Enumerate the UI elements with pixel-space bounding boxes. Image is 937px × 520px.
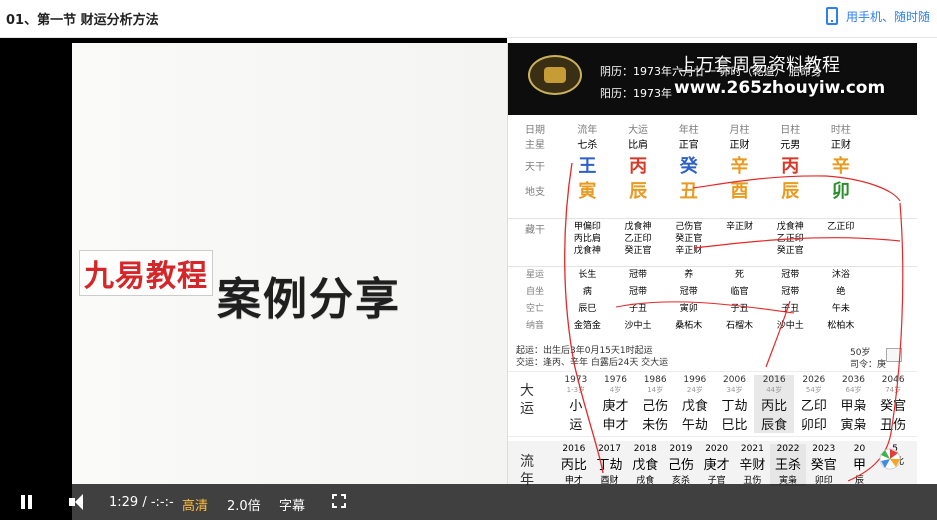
watermark-site: www.265zhouyiw.com: [674, 78, 886, 98]
speed-button[interactable]: 2.0倍: [227, 495, 261, 514]
chart-info: 起运：出生后3年0月15天1时起运 交运：逢丙、辛年 白露后24天 交大运: [516, 346, 669, 368]
chart-solar-date: 阳历：1973年: [600, 87, 672, 100]
player-controls: 1:29 / -:-:- 高清 2.0倍 字幕: [0, 484, 937, 520]
slide-area: 九易教程 案例分享: [72, 43, 507, 484]
video-player[interactable]: 九易教程 案例分享 阴历：1973年六月廿一 卯时（乾造） 胎命身 阳历：197…: [0, 38, 937, 520]
bazi-chart: 阴历：1973年六月廿一 卯时（乾造） 胎命身 阳历：1973年 上万套周易资料…: [507, 43, 917, 488]
watermark-banner: 上万套周易资料教程: [678, 55, 840, 76]
brand-label: 九易教程: [79, 250, 213, 296]
fullscreen-icon[interactable]: [332, 494, 346, 508]
top-bar: 01、第一节 财运分析方法 用手机、随时随: [0, 0, 937, 38]
chart-right-info: 50岁 司令：庚: [849, 348, 886, 370]
mobile-tip-text: 用手机、随时随: [846, 9, 931, 24]
toggle-icon[interactable]: [886, 348, 902, 362]
lesson-title: 01、第一节 财运分析方法: [6, 13, 159, 28]
volume-icon[interactable]: [69, 494, 87, 510]
quality-button[interactable]: 高清: [182, 495, 208, 514]
pause-icon[interactable]: [20, 495, 34, 509]
time-display: 1:29 / -:-:-: [109, 495, 174, 510]
chart-header: 阴历：1973年六月廿一 卯时（乾造） 胎命身 阳历：1973年 上万套周易资料…: [508, 43, 917, 115]
subtitle-button[interactable]: 字幕: [279, 495, 305, 514]
liunian-section: 流年 2016 丙比 申才 2017 丁劫 酉财 2018 戊食 戌食 2019 己伤 亥杀 2…: [508, 441, 917, 488]
emblem-icon: [528, 55, 582, 95]
dayun-section: 大运 1973 1-3岁小运 1976 4岁 庚才 申才 1986 14岁 己伤 未伤 199…: [508, 371, 917, 437]
logo-icon: [879, 448, 901, 470]
mobile-tip[interactable]: 用手机、随时随: [826, 7, 930, 25]
case-title: 案例分享: [217, 274, 401, 325]
phone-icon: [826, 7, 838, 25]
